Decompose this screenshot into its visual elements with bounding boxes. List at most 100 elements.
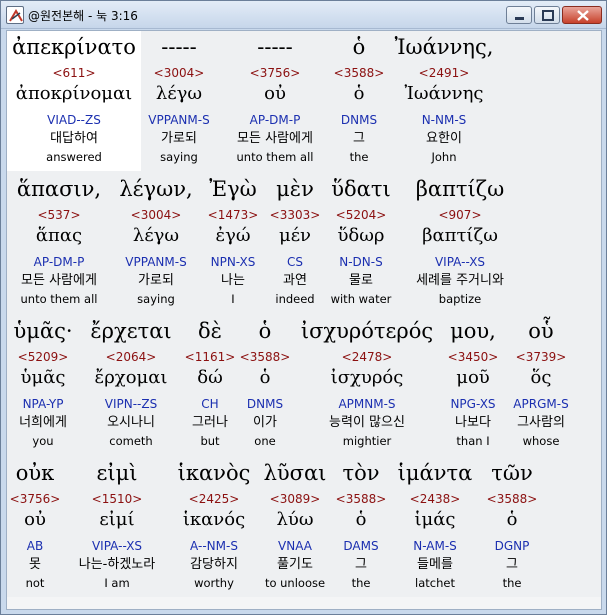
greek-word[interactable]: ὁ [329,33,389,61]
morph-code[interactable]: APMNM-S [297,396,437,412]
strong-number[interactable]: <537> [7,207,111,223]
strong-number[interactable]: <2064> [79,349,183,365]
morph-code[interactable]: CS [267,254,323,270]
lemma: ὁ [353,83,365,104]
korean-gloss: 요한이 [426,131,462,146]
morph-code[interactable]: DAMS [333,538,389,554]
english-gloss: saying [137,292,175,306]
morph-code[interactable]: NPN-XS [203,254,263,270]
strong-number[interactable]: <3303> [267,207,323,223]
strong-number[interactable]: <3756> [224,65,326,81]
morph-code[interactable]: VNAA [257,538,333,554]
lemma: μέν [279,225,311,246]
minimize-button[interactable] [506,6,532,24]
korean-gloss: 모든 사람에게 [237,131,313,146]
greek-word[interactable]: ἱκανὸς [173,459,255,487]
morph-code[interactable]: VIPN--ZS [79,396,183,412]
morph-code[interactable]: N-AM-S [391,538,479,554]
strong-number[interactable]: <2491> [387,65,501,81]
strong-number[interactable]: <5209> [7,349,79,365]
greek-word[interactable]: μου, [439,317,507,345]
strong-number[interactable]: <1161> [183,349,237,365]
strong-number[interactable]: <3004> [111,207,201,223]
greek-word[interactable]: ἱμάντα [391,459,479,487]
strong-number[interactable]: <3588> [479,491,545,507]
greek-word[interactable]: ἀπεκρίνατο [7,33,141,61]
interlinear-view[interactable]: ἀπεκρίνατο <611> ἀποκρίνομαι VIAD--ZS 대답… [6,30,602,610]
greek-word[interactable]: βαπτίζω [401,175,519,203]
strong-number[interactable]: <3588> [237,349,293,365]
morph-code[interactable]: APRGM-S [507,396,575,412]
greek-word[interactable]: τῶν [479,459,545,487]
greek-word[interactable]: μὲν [267,175,323,203]
morph-code[interactable]: AB [7,538,63,554]
lemma: ὕδωρ [337,225,385,246]
greek-word[interactable]: ὑμᾶς· [7,317,79,345]
korean-gloss: 가로되 [161,131,197,146]
greek-word[interactable]: ἔρχεται [79,317,183,345]
greek-word[interactable]: οὐκ [7,459,63,487]
morph-code[interactable]: NPA-YP [7,396,79,412]
strong-number[interactable]: <907> [401,207,519,223]
strong-number[interactable]: <1510> [63,491,171,507]
strong-number[interactable]: <3588> [333,491,389,507]
strong-number[interactable]: <2438> [391,491,479,507]
greek-word[interactable]: Ἐγὼ [203,175,263,203]
korean-gloss: 그 [353,131,365,146]
english-gloss: not [25,576,45,590]
morph-code[interactable]: VPPANM-S [111,254,201,270]
strong-number[interactable]: <1473> [203,207,263,223]
greek-word[interactable]: ἅπασιν, [7,175,111,203]
strong-number[interactable]: <3739> [507,349,575,365]
morph-code[interactable]: VIAD--ZS [7,112,141,128]
strong-number[interactable]: <3450> [439,349,507,365]
morph-code[interactable]: N-NM-S [387,112,501,128]
morph-code[interactable]: AP-DM-P [224,112,326,128]
morph-code[interactable]: N-DN-S [325,254,397,270]
lemma: ἔρχομαι [94,367,168,388]
morph-code[interactable]: DNMS [329,112,389,128]
strong-number[interactable]: <2425> [173,491,255,507]
strong-number[interactable]: <5204> [325,207,397,223]
maximize-button[interactable] [534,6,560,24]
korean-gloss: 오시나니 [107,415,155,430]
strong-number[interactable]: <3756> [7,491,63,507]
greek-word[interactable]: Ἰωάννης, [387,33,501,61]
korean-gloss: 못 [29,557,41,572]
korean-gloss: 그러나 [192,415,228,430]
morph-code[interactable]: A--NM-S [173,538,255,554]
greek-word[interactable]: εἰμὶ [63,459,171,487]
strong-number[interactable]: <3089> [257,491,333,507]
greek-word[interactable]: ὕδατι [325,175,397,203]
app-icon[interactable] [6,6,24,24]
lemma: οὐ [24,509,46,530]
strong-number[interactable]: <611> [7,65,141,81]
strong-number[interactable]: <3588> [329,65,389,81]
morph-code[interactable]: VIPA--XS [63,538,171,554]
greek-word[interactable]: τὸν [333,459,389,487]
morph-code[interactable]: AP-DM-P [7,254,111,270]
greek-word[interactable]: ἰσχυρότερός [297,317,437,345]
greek-word[interactable]: δὲ [183,317,237,345]
strong-number[interactable]: <3004> [139,65,219,81]
close-button[interactable] [562,6,602,24]
greek-word[interactable]: ----- [139,33,219,61]
strong-number[interactable]: <2478> [297,349,437,365]
morph-code[interactable]: VPPANM-S [139,112,219,128]
english-gloss: than I [456,434,490,448]
greek-word[interactable]: λέγων, [111,175,201,203]
lemma: βαπτίζω [422,225,498,246]
morph-code[interactable]: DGNP [479,538,545,554]
title-bar[interactable]: @원전본해 - 눅 3:16 [1,1,606,29]
morph-code[interactable]: CH [183,396,237,412]
greek-word[interactable]: ὁ [237,317,293,345]
english-gloss: John [431,150,457,164]
greek-word[interactable]: λῦσαι [257,459,333,487]
lemma: ἅπας [35,225,83,246]
morph-code[interactable]: NPG-XS [439,396,507,412]
morph-code[interactable]: DNMS [237,396,293,412]
greek-word[interactable]: οὗ [507,317,575,345]
english-gloss: I am [104,576,130,590]
greek-word[interactable]: ----- [224,33,326,61]
morph-code[interactable]: VIPA--XS [401,254,519,270]
